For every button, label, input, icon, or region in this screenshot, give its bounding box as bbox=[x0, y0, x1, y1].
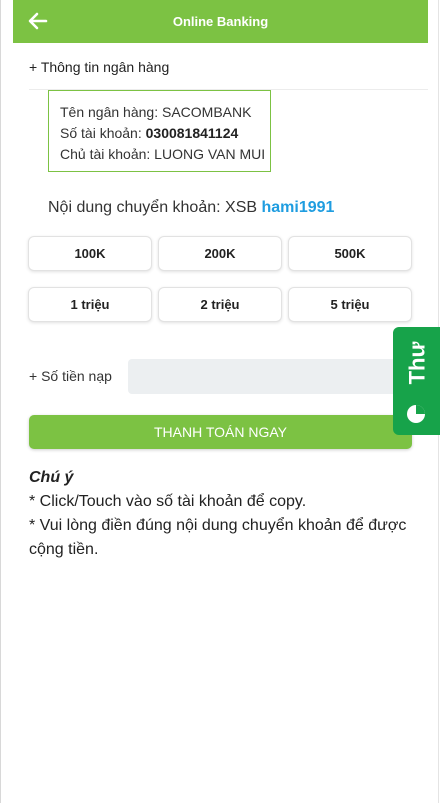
pay-now-button[interactable]: THANH TOÁN NGAY bbox=[29, 415, 412, 449]
side-tab-label: Thư bbox=[404, 341, 429, 385]
bank-info-section-title: + Thông tin ngân hàng bbox=[29, 59, 170, 75]
transfer-content: Nội dung chuyển khoản: XSB hami1991 bbox=[48, 199, 334, 217]
amount-input[interactable] bbox=[128, 359, 412, 394]
amount-button-2-trieu[interactable]: 2 triệu bbox=[158, 287, 282, 322]
account-holder-label: Chủ tài khoản: bbox=[60, 146, 155, 162]
note-line-content: * Vui lòng điền đúng nội dung chuyển kho… bbox=[29, 517, 407, 558]
note-line-copy: * Click/Touch vào số tài khoản để copy. bbox=[29, 493, 307, 510]
account-holder: LUONG VAN MUI bbox=[154, 146, 266, 162]
bank-name-row: Tên ngân hàng: SACOMBANK bbox=[60, 102, 270, 123]
notes-title: Chú ý bbox=[29, 469, 74, 486]
chat-bubble-icon bbox=[407, 405, 425, 423]
account-number-row: Số tài khoản: 030081841124 bbox=[60, 123, 270, 144]
back-button[interactable] bbox=[23, 6, 53, 36]
account-number-label: Số tài khoản: bbox=[60, 125, 146, 141]
header-title: Online Banking bbox=[172, 14, 269, 29]
frame-left-border bbox=[0, 0, 1, 803]
notes-block: Chú ý * Click/Touch vào số tài khoản để … bbox=[29, 466, 424, 562]
amount-button-5-trieu[interactable]: 5 triệu bbox=[288, 287, 412, 322]
arrow-left-icon bbox=[28, 12, 48, 30]
transfer-content-label: Nội dung chuyển khoản: XSB bbox=[48, 199, 262, 216]
account-holder-row: Chủ tài khoản: LUONG VAN MUI bbox=[60, 144, 270, 165]
bank-name: SACOMBANK bbox=[161, 104, 252, 120]
amount-button-100k[interactable]: 100K bbox=[28, 236, 152, 271]
transfer-code: hami1991 bbox=[261, 199, 335, 216]
account-number[interactable]: 030081841124 bbox=[146, 125, 239, 141]
amount-label: + Số tiền nạp bbox=[29, 368, 112, 384]
amount-button-200k[interactable]: 200K bbox=[158, 236, 282, 271]
bank-info-box: Tên ngân hàng: SACOMBANK Số tài khoản: 0… bbox=[48, 90, 271, 172]
amount-button-1-trieu[interactable]: 1 triệu bbox=[28, 287, 152, 322]
app-header: Online Banking bbox=[13, 0, 428, 43]
mail-side-tab[interactable]: Thư bbox=[393, 327, 440, 435]
amount-button-500k[interactable]: 500K bbox=[288, 236, 412, 271]
bank-name-label: Tên ngân hàng: bbox=[60, 104, 162, 120]
